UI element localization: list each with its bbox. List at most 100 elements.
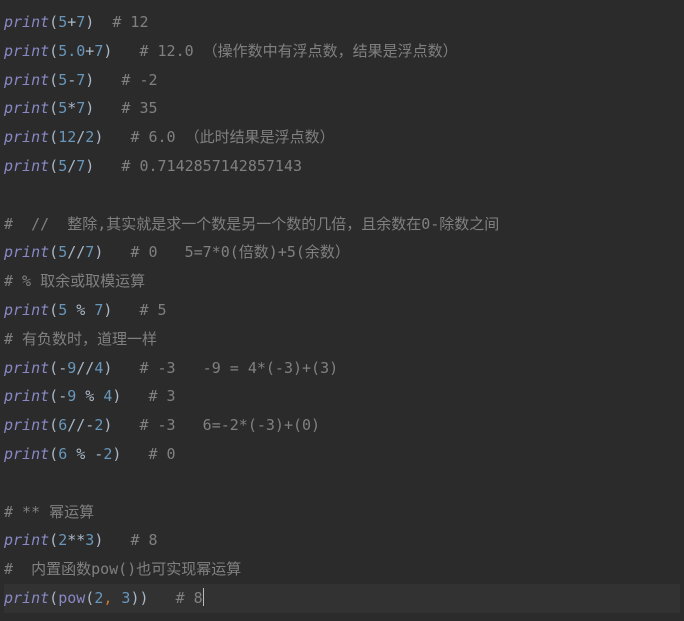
token-num: 6 <box>58 445 67 463</box>
token-comment: # 12.0 （操作数中有浮点数，结果是浮点数） <box>139 42 457 60</box>
token-num: 7 <box>94 301 103 319</box>
code-line[interactable]: print(pow(2, 3)) # 8 <box>4 584 680 613</box>
token-builtin: pow <box>58 589 85 607</box>
token-op <box>121 387 148 405</box>
code-line[interactable]: # 内置函数pow()也可实现幂运算 <box>4 555 680 584</box>
token-op <box>149 589 176 607</box>
token-comment: # 5 <box>139 301 166 319</box>
token-comment: # 8 <box>130 531 157 549</box>
code-line[interactable]: # 有负数时，道理一样 <box>4 325 680 354</box>
token-fn: print <box>4 589 49 607</box>
token-comment: # ** 幂运算 <box>4 503 94 521</box>
code-line[interactable]: # % 取余或取模运算 <box>4 267 680 296</box>
code-line[interactable]: # ** 幂运算 <box>4 498 680 527</box>
token-op: % - <box>67 445 103 463</box>
token-op <box>112 416 139 434</box>
token-op: - <box>58 359 67 377</box>
token-comment: # 8 <box>176 589 203 607</box>
token-fn: print <box>4 99 49 117</box>
token-paren: ) <box>85 71 94 89</box>
token-num: 5 <box>58 301 67 319</box>
token-paren: ( <box>49 13 58 31</box>
token-num: 2 <box>58 531 67 549</box>
token-op <box>103 128 130 146</box>
token-fn: print <box>4 416 49 434</box>
token-op <box>112 359 139 377</box>
code-line[interactable]: print(-9 % 4) # 3 <box>4 382 680 411</box>
token-op: ** <box>67 531 85 549</box>
token-paren: ( <box>49 42 58 60</box>
code-line[interactable]: print(5.0+7) # 12.0 （操作数中有浮点数，结果是浮点数） <box>4 37 680 66</box>
token-fn: print <box>4 128 49 146</box>
text-cursor <box>203 588 204 606</box>
token-fn: print <box>4 445 49 463</box>
token-op: + <box>85 42 94 60</box>
token-comment: # -2 <box>121 71 157 89</box>
token-comment: # 0 5=7*0(倍数)+5(余数） <box>130 243 350 261</box>
code-line[interactable]: print(5/7) # 0.7142857142857143 <box>4 152 680 181</box>
token-op: % <box>76 387 103 405</box>
token-comment: # // 整除,其实就是求一个数是另一个数的几倍，且余数在0-除数之间 <box>4 215 499 233</box>
token-op <box>103 243 130 261</box>
token-paren: ) <box>94 531 103 549</box>
token-paren: ) <box>85 99 94 117</box>
token-fn: print <box>4 13 49 31</box>
token-comment: # 3 <box>149 387 176 405</box>
token-fn: print <box>4 157 49 175</box>
code-line[interactable]: print(5*7) # 35 <box>4 94 680 123</box>
token-op: % <box>67 301 94 319</box>
token-num: 7 <box>76 71 85 89</box>
token-num: 5 <box>58 71 67 89</box>
token-comment: # 35 <box>121 99 157 117</box>
token-op: // <box>76 359 94 377</box>
token-comment: # 6.0 （此时结果是浮点数） <box>130 128 334 146</box>
code-line[interactable]: print(12/2) # 6.0 （此时结果是浮点数） <box>4 123 680 152</box>
token-op <box>103 531 130 549</box>
token-num: 2 <box>94 416 103 434</box>
token-paren: ( <box>49 71 58 89</box>
token-comment: # 0.7142857142857143 <box>121 157 302 175</box>
code-line[interactable]: print(5//7) # 0 5=7*0(倍数)+5(余数） <box>4 238 680 267</box>
code-line[interactable]: print(5-7) # -2 <box>4 66 680 95</box>
token-comma: , <box>103 589 121 607</box>
token-num: 4 <box>94 359 103 377</box>
token-num: 7 <box>76 99 85 117</box>
token-fn: print <box>4 42 49 60</box>
token-num: 2 <box>94 589 103 607</box>
token-paren: ( <box>49 99 58 117</box>
token-comment: # -3 -9 = 4*(-3)+(3) <box>139 359 338 377</box>
token-paren: ( <box>49 359 58 377</box>
token-op <box>121 445 148 463</box>
code-line[interactable] <box>4 469 680 498</box>
token-num: 6 <box>58 416 67 434</box>
code-line[interactable]: # // 整除,其实就是求一个数是另一个数的几倍，且余数在0-除数之间 <box>4 210 680 239</box>
token-comment: # 12 <box>112 13 148 31</box>
token-paren: ( <box>49 589 58 607</box>
code-line[interactable]: print(5+7) # 12 <box>4 8 680 37</box>
token-num: 9 <box>67 387 76 405</box>
code-line[interactable]: print(6//-2) # -3 6=-2*(-3)+(0) <box>4 411 680 440</box>
token-num: 5 <box>58 13 67 31</box>
token-num: 5 <box>58 99 67 117</box>
token-paren: ( <box>49 128 58 146</box>
token-comment: # -3 6=-2*(-3)+(0) <box>139 416 320 434</box>
token-paren: ( <box>49 387 58 405</box>
code-line[interactable]: print(5 % 7) # 5 <box>4 296 680 325</box>
token-fn: print <box>4 301 49 319</box>
token-comment: # 0 <box>149 445 176 463</box>
token-paren: ( <box>49 157 58 175</box>
token-paren: ( <box>49 301 58 319</box>
token-paren: ( <box>49 416 58 434</box>
code-line[interactable]: print(6 % -2) # 0 <box>4 440 680 469</box>
token-op: // <box>67 243 85 261</box>
code-editor[interactable]: print(5+7) # 12print(5.0+7) # 12.0 （操作数中… <box>4 8 680 613</box>
code-line[interactable]: print(2**3) # 8 <box>4 526 680 555</box>
token-op <box>94 157 121 175</box>
token-num: 5 <box>58 157 67 175</box>
token-paren: ( <box>49 531 58 549</box>
token-op: / <box>76 128 85 146</box>
token-num: 7 <box>76 157 85 175</box>
token-paren: ( <box>49 243 58 261</box>
code-line[interactable]: print(-9//4) # -3 -9 = 4*(-3)+(3) <box>4 354 680 383</box>
code-line[interactable] <box>4 181 680 210</box>
